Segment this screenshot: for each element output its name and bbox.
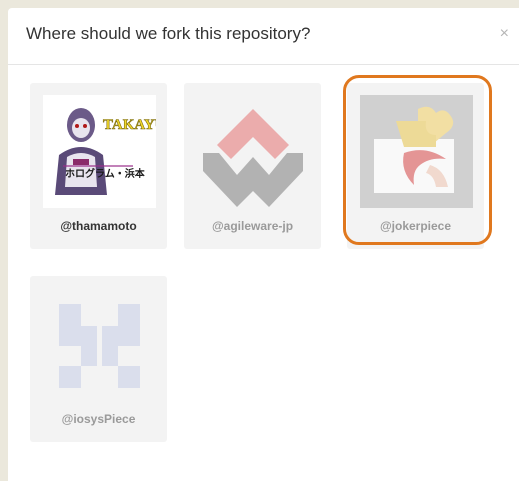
agileware-logo-icon: [197, 95, 310, 208]
close-icon[interactable]: ×: [500, 26, 509, 42]
account-tile-agileware-jp: @agileware-jp: [184, 83, 321, 249]
dialog-header: Where should we fork this repository? ×: [8, 8, 519, 65]
account-handle: @agileware-jp: [211, 219, 294, 233]
account-handle: @jokerpiece: [379, 219, 452, 233]
dialog-title: Where should we fork this repository?: [26, 24, 311, 43]
account-tile-iosyspiece: @iosysPiece: [30, 276, 167, 442]
avatar-text-1: TAKAYUKI: [103, 117, 156, 133]
puzzle-piece-icon: [360, 95, 473, 208]
identicon-icon: [43, 288, 156, 401]
avatar-text-2: ホログラム・浜本: [65, 167, 146, 180]
account-handle: @iosysPiece: [61, 412, 136, 426]
account-handle: @thamamoto: [60, 219, 137, 233]
fork-dialog: Where should we fork this repository? × …: [8, 8, 519, 481]
account-tile-thamamoto[interactable]: TAKAYUKI ホログラム・浜本 @thamamoto: [30, 83, 167, 249]
account-tile-jokerpiece: @jokerpiece: [347, 83, 484, 249]
thamamoto-avatar-icon: TAKAYUKI ホログラム・浜本: [43, 95, 156, 208]
